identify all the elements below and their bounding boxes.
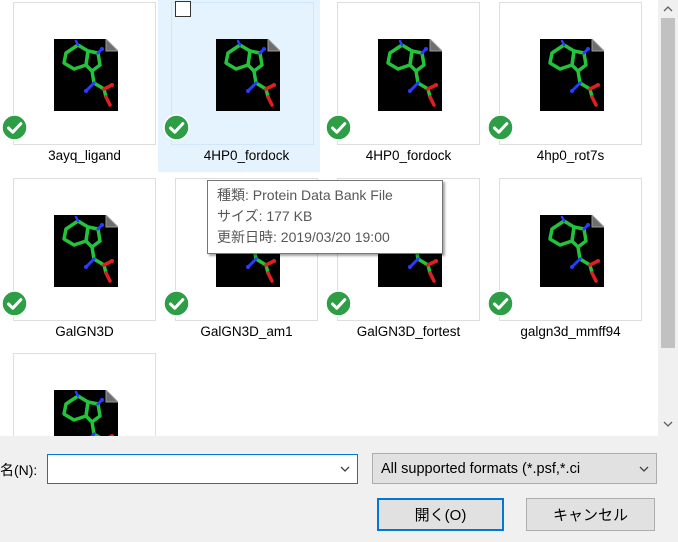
file-thumbnail [13,353,156,436]
sync-check-icon [487,290,514,317]
file-list-view[interactable]: 3ayq_ligand 4HP0_fordock 4HP0_fordock 4h… [0,0,658,436]
file-item[interactable]: galgn3d_mmff94 [486,176,648,348]
item-select-checkbox[interactable] [175,1,191,17]
sync-check-icon [1,114,28,141]
scroll-down-button[interactable] [658,415,678,432]
scroll-up-button[interactable] [658,0,678,17]
file-item[interactable] [0,351,162,436]
file-thumbnail [337,2,480,145]
file-thumbnail [13,178,156,321]
file-thumbnail [171,2,314,145]
file-name-input[interactable] [52,459,322,479]
file-name-combobox[interactable] [47,454,358,484]
cancel-button[interactable]: キャンセル [526,498,655,531]
file-name-label: GalGN3D_am1 [200,324,293,339]
molecule-file-icon [540,215,604,287]
chevron-down-icon[interactable] [339,463,351,475]
sync-check-icon [163,290,190,317]
file-name-label: GalGN3D_fortest [356,324,461,339]
file-item[interactable]: 4hp0_rot7s [486,0,648,172]
file-thumbnail [499,178,642,321]
tooltip-date: 更新日時: 2019/03/20 19:00 [217,229,390,245]
molecule-file-icon [54,39,118,111]
chevron-down-icon [639,466,649,472]
file-name-label: galgn3d_mmff94 [520,324,621,339]
sync-check-icon [325,114,352,141]
file-name-label: 4HP0_fordock [365,148,452,163]
file-info-tooltip: 種類: Protein Data Bank File サイズ: 177 KB 更… [207,180,443,254]
open-button[interactable]: 開く(O) [377,498,504,531]
sync-check-icon [163,114,190,141]
vertical-scrollbar[interactable] [658,0,678,436]
file-name-label: 3ayq_ligand [48,148,121,163]
sync-check-icon [1,290,28,317]
molecule-file-icon [216,39,280,111]
file-name-label: GalGN3D [55,324,114,339]
dialog-footer: 名(N): All supported formats (*.psf,*.ci … [0,436,678,542]
tooltip-type: 種類: Protein Data Bank File [217,187,393,203]
scrollbar-thumb[interactable] [661,18,675,348]
molecule-file-icon [540,39,604,111]
file-name-label: 4hp0_rot7s [536,148,605,163]
sync-check-icon [487,114,514,141]
file-item-selected[interactable]: 4HP0_fordock [158,0,320,172]
file-item[interactable]: 4HP0_fordock [324,0,486,172]
chevron-up-icon [663,5,673,11]
molecule-file-icon [378,39,442,111]
file-type-value: All supported formats (*.psf,*.ci [381,461,581,477]
file-item[interactable]: GalGN3D [0,176,162,348]
file-name-label: 名(N): [0,462,38,478]
chevron-down-icon [663,421,673,427]
tooltip-size: サイズ: 177 KB [217,208,313,224]
sync-check-icon [325,290,352,317]
molecule-file-icon [54,215,118,287]
molecule-file-icon [54,390,118,436]
file-name-label: 4HP0_fordock [203,148,290,163]
file-thumbnail [499,2,642,145]
file-thumbnail [13,2,156,145]
file-type-select[interactable]: All supported formats (*.psf,*.ci [372,453,657,484]
file-item[interactable]: 3ayq_ligand [0,0,162,172]
